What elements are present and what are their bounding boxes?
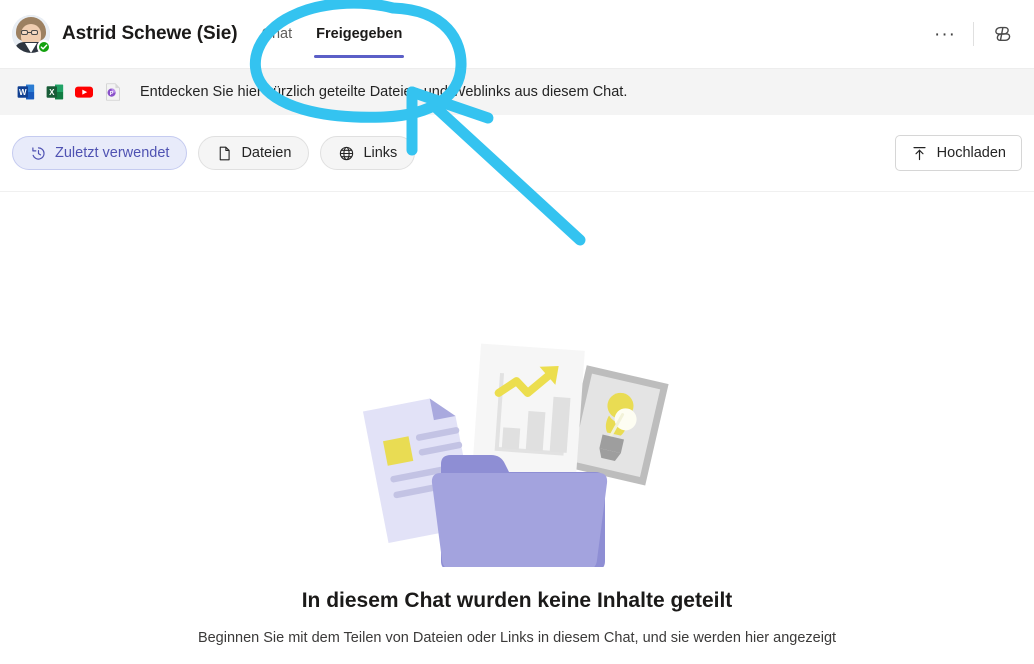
excel-icon: X	[46, 84, 64, 100]
filter-files[interactable]: Dateien	[198, 136, 310, 170]
empty-state-title: In diesem Chat wurden keine Inhalte gete…	[301, 589, 733, 612]
tab-chat[interactable]: Chat	[251, 0, 302, 68]
banner-app-icons: W X P	[16, 82, 123, 102]
teams-shared-tab-window: Astrid Schewe (Sie) Chat Freigegeben ···	[0, 0, 1034, 664]
page-title: Astrid Schewe (Sie)	[62, 23, 238, 44]
upload-button-label: Hochladen	[936, 145, 1006, 161]
header-divider	[973, 22, 974, 46]
more-options-icon: ···	[934, 23, 956, 45]
shared-content-banner: W X P Entdecken Sie hier kürzlich geteil…	[0, 68, 1034, 115]
filter-recent-label: Zuletzt verwendet	[55, 145, 170, 161]
filter-links-label: Links	[363, 145, 398, 161]
copilot-icon	[995, 26, 1011, 42]
folder-with-documents-illustration	[362, 343, 669, 567]
presence-available-badge	[37, 40, 51, 54]
shared-content-empty-state: In diesem Chat wurden keine Inhalte gete…	[0, 192, 1034, 662]
avatar[interactable]	[12, 15, 51, 54]
copilot-button[interactable]	[984, 16, 1020, 52]
upload-button[interactable]: Hochladen	[894, 135, 1022, 171]
svg-text:W: W	[19, 88, 27, 97]
youtube-icon	[75, 86, 93, 98]
more-options-button[interactable]: ···	[927, 16, 963, 52]
chat-header: Astrid Schewe (Sie) Chat Freigegeben ···	[0, 0, 1034, 68]
svg-text:P: P	[110, 91, 114, 97]
filter-toolbar: Zuletzt verwendet Dateien Links Hochlade…	[0, 115, 1034, 192]
word-icon: W	[17, 84, 35, 100]
history-icon	[32, 146, 45, 160]
tab-freigegeben[interactable]: Freigegeben	[306, 0, 412, 68]
globe-icon	[340, 146, 354, 160]
document-icon	[220, 146, 231, 160]
empty-state-subtitle: Beginnen Sie mit dem Teilen von Dateien …	[197, 630, 837, 646]
svg-text:X: X	[49, 88, 55, 97]
header-tabs: Chat Freigegeben	[251, 0, 412, 68]
powerpoint-icon: P	[106, 83, 120, 101]
header-actions: ···	[927, 16, 1020, 52]
filter-pill-group: Zuletzt verwendet Dateien Links	[12, 136, 416, 170]
upload-arrow-icon	[913, 146, 926, 160]
filter-links[interactable]: Links	[320, 136, 416, 170]
banner-text: Entdecken Sie hier kürzlich geteilte Dat…	[140, 84, 628, 100]
filter-files-label: Dateien	[241, 145, 292, 161]
filter-recent[interactable]: Zuletzt verwendet	[12, 136, 188, 170]
